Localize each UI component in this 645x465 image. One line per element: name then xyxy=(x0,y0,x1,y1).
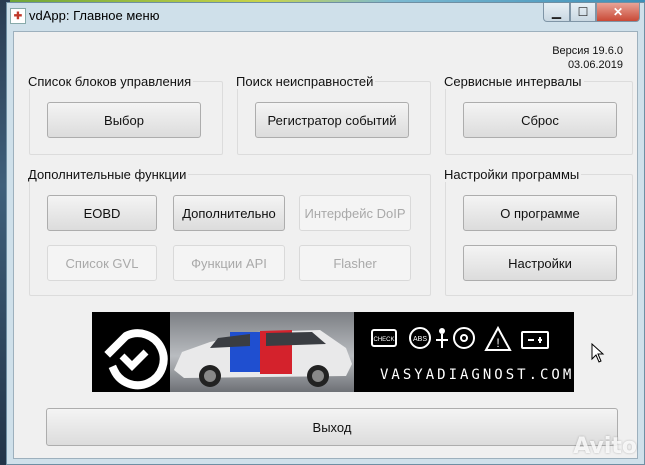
mouse-cursor-icon xyxy=(591,342,605,366)
eobd-button[interactable]: EOBD xyxy=(47,195,157,231)
banner-website-text: VASYADIAGNOST.COM xyxy=(380,367,574,383)
group-label-fault-search: Поиск неисправностей xyxy=(234,74,376,89)
title-bar[interactable]: ✚ vdApp: Главное меню ▁ ☐ ✕ xyxy=(7,3,644,29)
version-date: 03.06.2019 xyxy=(567,59,623,71)
svg-text:!: ! xyxy=(496,336,499,350)
close-button[interactable]: ✕ xyxy=(596,3,640,22)
avito-watermark: Avito xyxy=(573,434,637,459)
group-fault-search: Поиск неисправностей Регистратор событий xyxy=(234,74,431,155)
window-controls: ▁ ☐ ✕ xyxy=(543,3,640,22)
group-program-settings: Настройки программы О программе Настройк… xyxy=(442,167,633,296)
maximize-icon: ☐ xyxy=(577,5,589,19)
maximize-button[interactable]: ☐ xyxy=(570,3,596,22)
banner-right-panel: CHECK ABS ! VASYADIAGNOST.COM xyxy=(354,312,574,392)
group-label-program-settings: Настройки программы xyxy=(442,167,582,182)
api-functions-button[interactable]: Функции API xyxy=(173,245,285,281)
group-label-extra-functions: Дополнительные функции xyxy=(26,167,189,182)
event-recorder-button[interactable]: Регистратор событий xyxy=(255,102,409,138)
close-icon: ✕ xyxy=(612,5,624,19)
about-button[interactable]: О программе xyxy=(463,195,617,231)
settings-button[interactable]: Настройки xyxy=(463,245,617,281)
minimize-icon: ▁ xyxy=(551,5,562,19)
dashboard-warning-icons: CHECK ABS ! xyxy=(371,325,549,351)
gvl-list-button[interactable]: Список GVL xyxy=(47,245,157,281)
group-label-control-units: Список блоков управления xyxy=(26,74,194,89)
group-control-units: Список блоков управления Выбор xyxy=(26,74,223,155)
abs-label: ABS xyxy=(413,336,427,343)
window-title: vdApp: Главное меню xyxy=(29,8,160,23)
group-service-intervals: Сервисные интервалы Сброс xyxy=(442,74,633,155)
main-panel: Версия 19.6.0 03.06.2019 Список блоков у… xyxy=(13,31,638,459)
minimize-button[interactable]: ▁ xyxy=(543,3,570,22)
version-info: Версия 19.6.0 03.06.2019 xyxy=(552,44,623,72)
vasyadiagnost-banner: CHECK ABS ! VASYADIAGNOST.COM xyxy=(92,312,574,392)
doip-interface-button[interactable]: Интерфейс DoIP xyxy=(299,195,411,231)
additional-button[interactable]: Дополнительно xyxy=(173,195,285,231)
main-window: ✚ vdApp: Главное меню ▁ ☐ ✕ Версия 19.6.… xyxy=(6,2,645,465)
group-extra-functions: Дополнительные функции EOBD Дополнительн… xyxy=(26,167,431,296)
app-icon: ✚ xyxy=(10,8,26,24)
car-image xyxy=(170,312,354,392)
reset-button[interactable]: Сброс xyxy=(463,102,617,138)
vasyadiagnost-logo xyxy=(92,312,170,392)
select-button[interactable]: Выбор xyxy=(47,102,201,138)
exit-button[interactable]: Выход xyxy=(46,408,618,446)
check-engine-label: CHECK xyxy=(373,337,394,343)
group-label-service-intervals: Сервисные интервалы xyxy=(442,74,584,89)
flasher-button[interactable]: Flasher xyxy=(299,245,411,281)
version-label: Версия 19.6.0 xyxy=(552,45,623,57)
